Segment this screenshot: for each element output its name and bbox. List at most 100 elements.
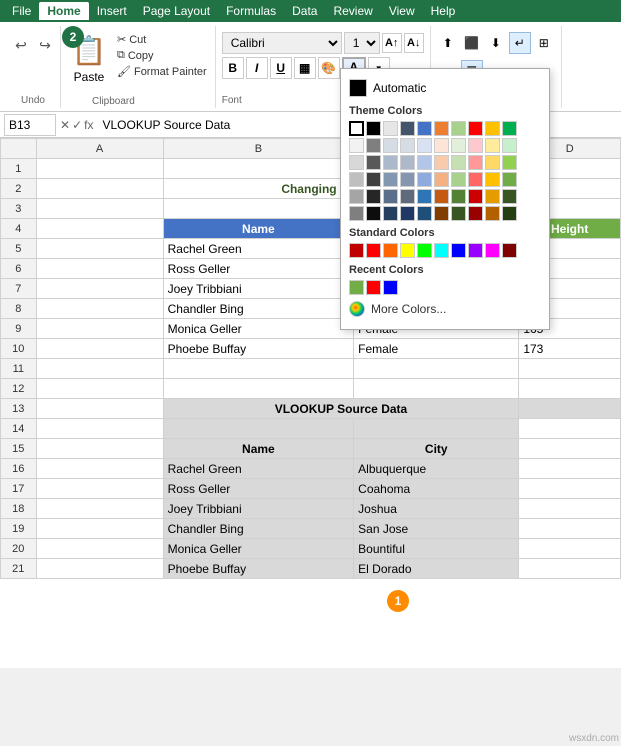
theme-color-swatch[interactable] [417,172,432,187]
standard-color-swatch[interactable] [485,243,500,258]
cell-b7[interactable]: Joey Tribbiani [163,279,354,299]
cell-b15[interactable]: Name [163,439,354,459]
cell-a9[interactable] [36,319,163,339]
theme-color-swatch[interactable] [451,138,466,153]
cancel-formula-icon[interactable]: ✕ [60,118,70,132]
cell-d12[interactable] [519,379,621,399]
theme-color-swatch[interactable] [468,155,483,170]
wrap-text-button[interactable]: ↵ [509,32,531,54]
cell-d14[interactable] [519,419,621,439]
theme-color-swatch[interactable] [468,138,483,153]
theme-color-swatch[interactable] [485,155,500,170]
cell-b3[interactable] [163,199,354,219]
menu-page-layout[interactable]: Page Layout [135,2,218,20]
theme-color-swatch[interactable] [383,206,398,221]
cell-b21[interactable]: Phoebe Buffay [163,559,354,579]
theme-color-swatch[interactable] [451,189,466,204]
cell-a15[interactable] [36,439,163,459]
theme-color-swatch[interactable] [366,121,381,136]
bold-button[interactable]: B [222,57,244,79]
align-top-button[interactable]: ⬆ [437,32,459,54]
border-button[interactable]: ▦ [294,57,316,79]
theme-color-swatch[interactable] [434,121,449,136]
cell-d19[interactable] [519,519,621,539]
cell-a2[interactable] [36,179,163,199]
theme-color-swatch[interactable] [383,189,398,204]
cell-a10[interactable] [36,339,163,359]
cell-c19[interactable]: San Jose [354,519,519,539]
font-size-dropdown[interactable]: 16 [344,32,380,54]
align-bottom-button[interactable]: ⬇ [485,32,507,54]
theme-color-swatch[interactable] [502,189,517,204]
menu-view[interactable]: View [381,2,423,20]
theme-color-swatch[interactable] [417,206,432,221]
theme-color-swatch[interactable] [366,189,381,204]
theme-color-swatch[interactable] [468,121,483,136]
recent-color-swatch[interactable] [366,280,381,295]
theme-color-swatch[interactable] [468,206,483,221]
cell-b12[interactable] [163,379,354,399]
cell-c21[interactable]: El Dorado [354,559,519,579]
theme-color-swatch[interactable] [400,206,415,221]
cell-b4-header[interactable]: Name [163,219,354,239]
theme-color-swatch[interactable] [451,172,466,187]
cell-b20[interactable]: Monica Geller [163,539,354,559]
cell-c10[interactable]: Female [354,339,519,359]
cell-b9[interactable]: Monica Geller [163,319,354,339]
theme-color-swatch[interactable] [451,121,466,136]
theme-color-swatch[interactable] [400,189,415,204]
theme-color-swatch[interactable] [451,155,466,170]
font-name-dropdown[interactable]: Calibri [222,32,342,54]
cell-a6[interactable] [36,259,163,279]
cell-a1[interactable] [36,159,163,179]
col-header-a[interactable]: A [36,139,163,159]
cell-c11[interactable] [354,359,519,379]
theme-color-swatch[interactable] [485,206,500,221]
theme-color-swatch[interactable] [366,172,381,187]
cell-d20[interactable] [519,539,621,559]
cell-c12[interactable] [354,379,519,399]
theme-color-swatch[interactable] [468,189,483,204]
theme-color-swatch[interactable] [485,138,500,153]
menu-help[interactable]: Help [423,2,464,20]
menu-insert[interactable]: Insert [89,2,135,20]
cell-d11[interactable] [519,359,621,379]
menu-file[interactable]: File [4,2,39,20]
cell-a14[interactable] [36,419,163,439]
cell-b5[interactable]: Rachel Green [163,239,354,259]
cell-a7[interactable] [36,279,163,299]
cell-d10[interactable]: 173 [519,339,621,359]
copy-button[interactable]: ⧉ Copy [115,48,209,63]
theme-color-swatch[interactable] [400,155,415,170]
theme-color-swatch[interactable] [417,155,432,170]
cell-a19[interactable] [36,519,163,539]
cell-c14[interactable] [354,419,519,439]
cell-a5[interactable] [36,239,163,259]
confirm-formula-icon[interactable]: ✓ [72,118,82,132]
theme-color-swatch[interactable] [485,189,500,204]
cell-d18[interactable] [519,499,621,519]
theme-color-swatch[interactable] [502,155,517,170]
cell-c16[interactable]: Albuquerque [354,459,519,479]
theme-color-swatch[interactable] [434,206,449,221]
cell-d16[interactable] [519,459,621,479]
recent-color-swatch[interactable] [349,280,364,295]
cell-c15[interactable]: City [354,439,519,459]
redo-button[interactable]: ↪ [34,34,56,56]
theme-color-swatch[interactable] [417,189,432,204]
cell-d13[interactable] [519,399,621,419]
cell-d15[interactable] [519,439,621,459]
theme-color-swatch[interactable] [434,172,449,187]
cell-reference-input[interactable] [4,114,56,136]
col-header-b[interactable]: B [163,139,354,159]
theme-color-swatch[interactable] [349,206,364,221]
theme-color-swatch[interactable] [349,189,364,204]
cell-b18[interactable]: Joey Tribbiani [163,499,354,519]
standard-color-swatch[interactable] [349,243,364,258]
theme-color-swatch[interactable] [383,155,398,170]
cell-b17[interactable]: Ross Geller [163,479,354,499]
theme-color-swatch[interactable] [400,138,415,153]
cell-d17[interactable] [519,479,621,499]
italic-button[interactable]: I [246,57,268,79]
increase-font-button[interactable]: A↑ [382,33,402,53]
